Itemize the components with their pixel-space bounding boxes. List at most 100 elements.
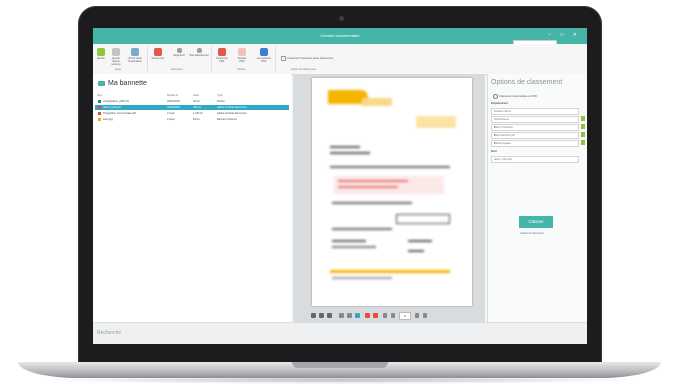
- laptop-notch: [292, 362, 388, 368]
- close-button[interactable]: ✕: [573, 32, 581, 38]
- file-list-pane: Ma bannette Nom Modifié le Taille Type c…: [93, 74, 291, 322]
- supplier-field-value: Fournisseurs: [494, 118, 509, 121]
- location-field[interactable]: Dossier clients: [491, 108, 579, 115]
- viewer-toolbar: 1: [293, 310, 485, 322]
- folder-icon: [131, 48, 139, 56]
- highlight-icon[interactable]: [373, 313, 378, 318]
- classer-button[interactable]: Classer: [519, 216, 553, 228]
- split-button[interactable]: Scinder PDF: [235, 48, 249, 63]
- rename-label: Renommer: [151, 57, 165, 60]
- print-icon[interactable]: [311, 313, 316, 318]
- file-row[interactable]: configuration_2015.xls 30/07/2015 32 Ko …: [95, 99, 289, 104]
- document-text-line: [332, 246, 376, 248]
- file-date: 30/07/2015: [167, 100, 180, 103]
- history-option-label: Conserver l'historique après classement: [287, 57, 334, 61]
- fit-page-icon[interactable]: [347, 313, 352, 318]
- column-header-size[interactable]: Taille: [193, 94, 199, 97]
- document-highlight-box: [334, 176, 444, 194]
- file-size: 1 243 Ko: [193, 112, 204, 115]
- window-controls: − □ ✕: [548, 32, 581, 38]
- add-button[interactable]: Ajouter: [94, 48, 108, 60]
- merge-button[interactable]: Fusionner PDF: [215, 48, 229, 63]
- delete-icon: [176, 48, 182, 53]
- select-all-label: Tout sélectionner: [189, 54, 209, 57]
- delete-button[interactable]: Supprimer: [169, 48, 189, 57]
- subfolder-select[interactable]: Devis factures pdf ▾: [491, 132, 579, 139]
- camera-icon: [339, 16, 344, 21]
- ribbon-group-actions: Fusionner PDF Scinder PDF Compresser PDF…: [213, 46, 276, 72]
- rename-button[interactable]: Renommer: [151, 48, 165, 60]
- name-field-value: devis_frutiq.pdf: [494, 158, 512, 161]
- history-option[interactable]: Conserver l'historique après classement: [281, 56, 333, 61]
- compress-icon: [260, 48, 268, 56]
- auto-classify-label: Classement automatique du PDF: [499, 95, 538, 99]
- file-row-selected[interactable]: devis_frutiq.pdf 30/10/2015 255 Ko Adobe…: [95, 105, 289, 110]
- ribbon-group-ajout: Ajouter Ajouter depuis scanner Ouvrir da…: [93, 46, 148, 72]
- zoom-icon[interactable]: [339, 313, 344, 318]
- classer-label: Classer: [528, 219, 544, 224]
- check-icon: [581, 116, 585, 121]
- explorer-button[interactable]: Ouvrir dans l'explorateur: [126, 48, 144, 63]
- pane-title-text: Ma bannette: [108, 80, 147, 87]
- chevron-down-icon: ▾: [494, 125, 496, 129]
- page-number-input[interactable]: 1: [399, 312, 411, 320]
- supplier-field[interactable]: Fournisseurs: [491, 116, 579, 123]
- name-field[interactable]: devis_frutiq.pdf: [491, 156, 579, 163]
- history-checkbox[interactable]: [281, 56, 286, 61]
- auto-classify-radio[interactable]: [493, 94, 498, 99]
- column-header-type[interactable]: Type: [217, 94, 223, 97]
- annotate-icon[interactable]: [365, 313, 370, 318]
- check-icon: [581, 132, 585, 137]
- document-text-line: [330, 152, 370, 154]
- pdf-icon: [98, 112, 101, 115]
- column-header-date[interactable]: Modifié le: [167, 94, 178, 97]
- app-window: Gestion documentaire − □ ✕ Ajouter Ajout…: [93, 28, 587, 344]
- document-type-select[interactable]: Pièces légales ▾: [491, 140, 579, 147]
- delete-label: Supprimer: [173, 54, 185, 57]
- search-placeholder: Recherche: [97, 330, 122, 336]
- select-tool-icon[interactable]: [355, 313, 360, 318]
- file-row[interactable]: Proposition commerciale.pdf 2 mois 1 243…: [95, 111, 289, 116]
- document-text-line: [338, 186, 398, 188]
- search-bar[interactable]: Recherche: [93, 322, 587, 344]
- document-text-line: [330, 146, 360, 148]
- file-type: Adobe Acrobat Document: [217, 106, 247, 109]
- maximize-button[interactable]: □: [560, 32, 567, 38]
- file-type: Adobe Acrobat Document: [217, 112, 247, 115]
- document-footer-bar: [330, 270, 450, 273]
- first-page-icon[interactable]: [383, 313, 387, 318]
- save-icon[interactable]: [319, 313, 324, 318]
- column-header-name[interactable]: Nom: [97, 94, 102, 97]
- classify-document-link[interactable]: Classer le document: [520, 232, 544, 235]
- compress-label: Compresser PDF: [256, 57, 272, 63]
- file-size: 84 Ko: [193, 118, 200, 121]
- ribbon-toolbar: Ajouter Ajouter depuis scanner Ouvrir da…: [93, 44, 587, 75]
- add-icon: [97, 48, 105, 56]
- pane-title: Ma bannette: [98, 80, 147, 87]
- document-total-box: [396, 214, 450, 224]
- chevron-down-icon: ▾: [494, 133, 496, 137]
- previous-page-icon[interactable]: [391, 313, 395, 318]
- group-label-ajout: Ajout: [115, 68, 121, 71]
- split-label: Scinder PDF: [237, 57, 247, 63]
- location-label: Emplacement: [491, 102, 508, 105]
- options-title: Options de classement: [491, 79, 563, 86]
- name-label: Nom: [491, 150, 497, 153]
- file-name: configuration_2015.xls: [103, 100, 129, 103]
- minimize-button[interactable]: −: [548, 32, 555, 38]
- file-name: Proposition commerciale.pdf: [103, 112, 136, 115]
- category-select[interactable]: Devis / Factures ▾: [491, 124, 579, 131]
- select-all-button[interactable]: Tout sélectionner: [189, 48, 209, 57]
- file-row[interactable]: scan.jpg 2 jours 84 Ko Élément Scanner: [95, 117, 289, 122]
- location-field-value: Dossier clients: [494, 110, 511, 113]
- auto-classify-option[interactable]: Classement automatique du PDF: [493, 94, 537, 99]
- file-date: 2 jours: [167, 118, 175, 121]
- last-page-icon[interactable]: [423, 313, 427, 318]
- compress-button[interactable]: Compresser PDF: [255, 48, 273, 63]
- next-page-icon[interactable]: [415, 313, 419, 318]
- email-icon[interactable]: [327, 313, 332, 318]
- merge-icon: [218, 48, 226, 56]
- image-icon: [98, 118, 101, 121]
- scanner-button[interactable]: Ajouter depuis scanner: [109, 48, 123, 66]
- tray-icon: [98, 80, 105, 86]
